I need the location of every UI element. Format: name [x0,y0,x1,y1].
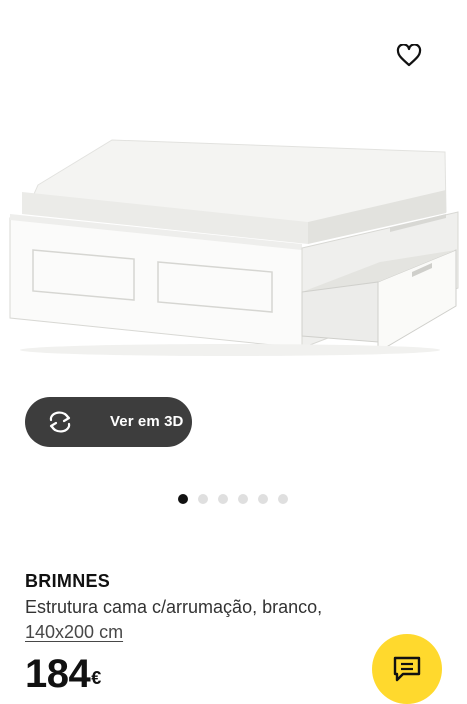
carousel-dot[interactable] [198,494,208,504]
favorite-button[interactable] [396,44,436,80]
carousel-dot[interactable] [238,494,248,504]
product-image[interactable]: Ver em 3D [0,0,467,470]
carousel-indicator [178,493,288,505]
product-size-link[interactable]: 140x200 cm [25,622,123,643]
rotate-arrows-icon [49,411,71,433]
chat-button[interactable] [372,634,442,704]
price-currency: € [91,668,101,688]
product-name: BRIMNES [25,571,111,591]
carousel-dot[interactable] [218,494,228,504]
carousel-dot[interactable] [258,494,268,504]
carousel-dot[interactable] [278,494,288,504]
product-description: Estrutura cama c/arrumação, branco, [25,597,323,617]
carousel-dot[interactable] [178,494,188,504]
view-3d-button[interactable]: Ver em 3D [25,397,192,447]
product-price: 184€ [25,650,101,698]
chat-bubble-icon [393,656,421,682]
heart-icon [396,44,422,67]
price-value: 184 [25,652,91,696]
view-3d-label: Ver em 3D [110,413,184,430]
